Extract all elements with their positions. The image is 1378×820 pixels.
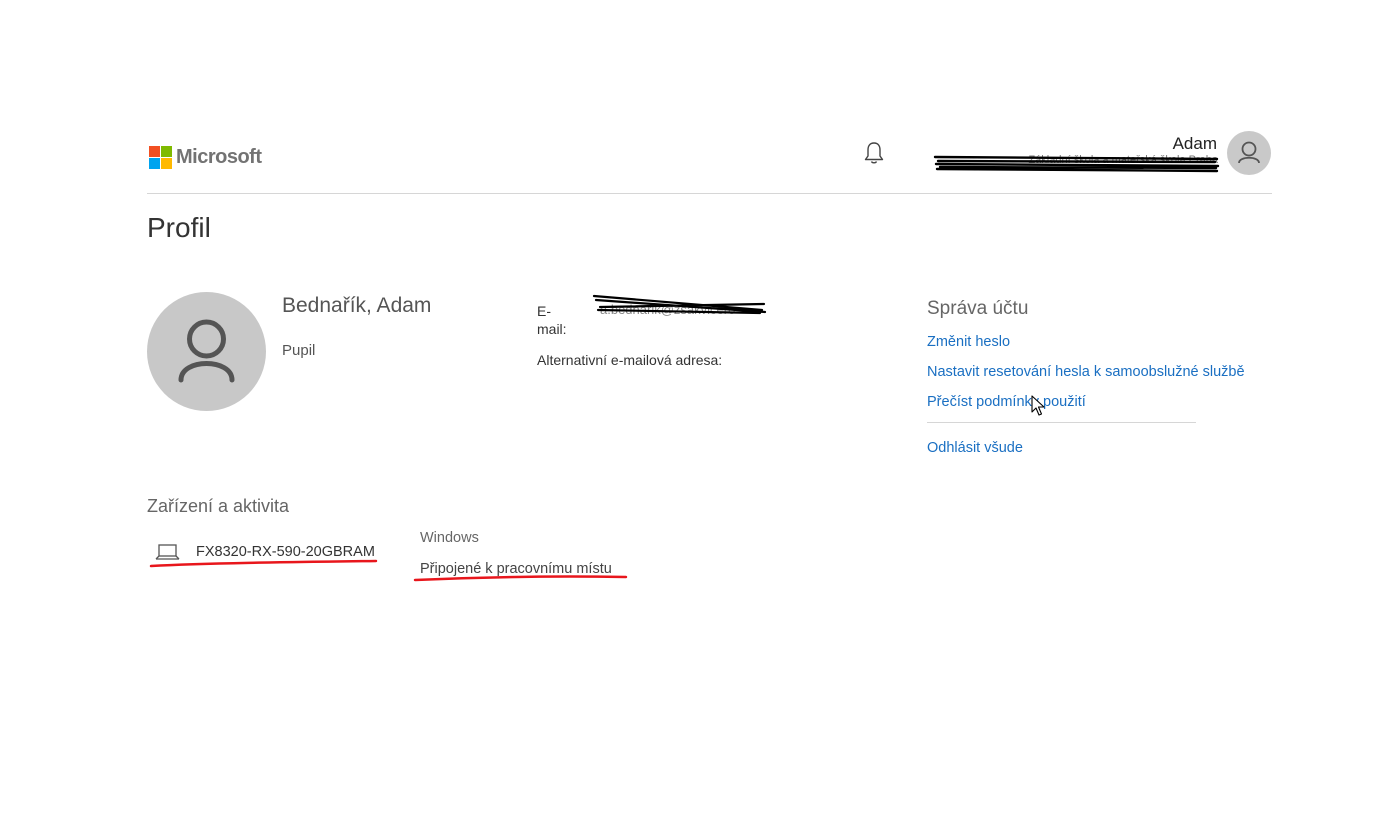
device-status: Připojené k pracovnímu místu <box>420 561 612 577</box>
mouse-cursor-icon <box>1031 395 1045 416</box>
account-management-title: Správa účtu <box>927 298 1029 319</box>
microsoft-logo-icon <box>149 146 172 169</box>
logo-square-green <box>161 146 172 157</box>
self-service-password-reset-link[interactable]: Nastavit resetování hesla k samoobslužné… <box>927 364 1245 380</box>
bell-icon[interactable] <box>862 140 886 166</box>
profile-avatar <box>147 292 266 411</box>
profile-full-name: Bednařík, Adam <box>282 294 432 317</box>
brand-name: Microsoft <box>176 146 262 168</box>
header-divider <box>147 193 1272 194</box>
sign-out-everywhere-link[interactable]: Odhlásit všude <box>927 440 1023 456</box>
devices-section-title: Zařízení a aktivita <box>147 496 290 516</box>
email-value: a.bednarik@zsakvicero <box>600 302 736 317</box>
logo-square-blue <box>149 158 160 169</box>
device-os: Windows <box>420 530 479 546</box>
person-icon <box>1238 141 1260 164</box>
user-name[interactable]: Adam <box>1130 134 1217 154</box>
alternate-email-label: Alternativní e-mailová adresa: <box>537 352 723 368</box>
email-label: E-mail: <box>537 303 567 337</box>
device-name[interactable]: FX8320-RX-590-20GBRAM <box>196 544 375 560</box>
account-divider <box>927 422 1196 423</box>
logo-square-yellow <box>161 158 172 169</box>
person-icon <box>178 319 235 383</box>
microsoft-logo[interactable]: Microsoft <box>149 146 262 169</box>
terms-of-use-link[interactable]: Přečíst podmínky použití <box>927 394 1086 410</box>
page-title: Profil <box>147 212 211 243</box>
laptop-icon <box>155 544 180 560</box>
user-organization: Základní škola a mateřská škola Praha <box>1028 154 1218 166</box>
profile-role: Pupil <box>282 342 316 359</box>
logo-square-red <box>149 146 160 157</box>
change-password-link[interactable]: Změnit heslo <box>927 334 1010 350</box>
user-avatar[interactable] <box>1227 131 1271 175</box>
